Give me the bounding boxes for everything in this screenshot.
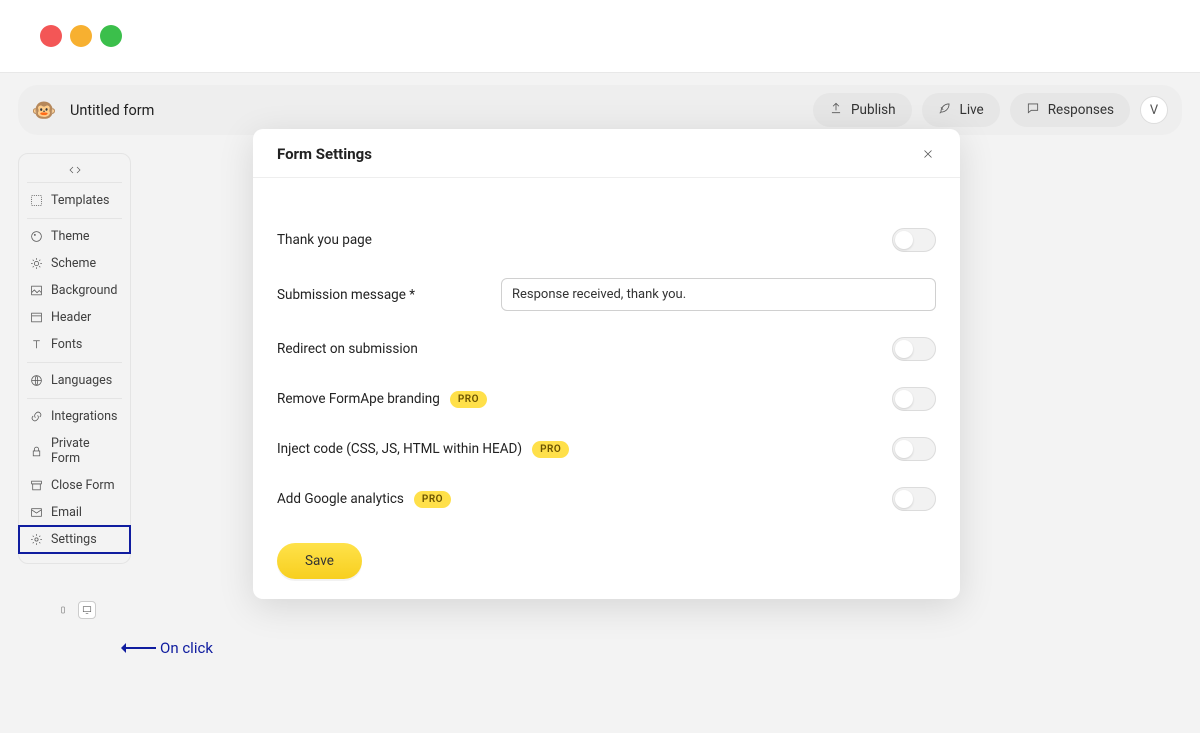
publish-button[interactable]: Publish xyxy=(813,93,912,127)
rocket-icon xyxy=(938,101,952,119)
sidebar-item-label: Private Form xyxy=(51,436,120,466)
templates-icon xyxy=(29,194,43,208)
sidebar-item-integrations[interactable]: Integrations xyxy=(19,403,130,430)
type-icon xyxy=(29,338,43,352)
sidebar-item-private[interactable]: Private Form xyxy=(19,430,130,472)
redirect-label: Redirect on submission xyxy=(277,341,501,357)
modal-title: Form Settings xyxy=(277,145,372,163)
archive-icon xyxy=(29,479,43,493)
submission-msg-input[interactable] xyxy=(501,278,936,311)
device-toggle xyxy=(18,583,131,619)
window-close-icon[interactable] xyxy=(40,25,62,47)
mobile-preview-button[interactable] xyxy=(54,601,72,619)
thank-you-toggle[interactable] xyxy=(892,228,936,252)
sidebar-item-email[interactable]: Email xyxy=(19,499,130,526)
submission-msg-label: Submission message * xyxy=(277,287,501,303)
sidebar-item-languages[interactable]: Languages xyxy=(19,367,130,394)
settings-modal: Form Settings Thank you page Submission … xyxy=(253,129,960,599)
pro-badge: PRO xyxy=(532,441,569,458)
user-avatar[interactable]: V xyxy=(1140,96,1168,124)
upload-icon xyxy=(829,101,843,119)
live-button[interactable]: Live xyxy=(922,93,1000,127)
sidebar-item-label: Languages xyxy=(51,373,112,388)
sidebar-item-label: Fonts xyxy=(51,337,82,352)
link-icon xyxy=(29,410,43,424)
sidebar-item-scheme[interactable]: Scheme xyxy=(19,250,130,277)
globe-icon xyxy=(29,374,43,388)
sidebar-item-label: Background xyxy=(51,283,117,298)
sidebar-item-close[interactable]: Close Form xyxy=(19,472,130,499)
sidebar: Templates Theme Scheme Background Header xyxy=(18,153,131,564)
mail-icon xyxy=(29,506,43,520)
code-icon[interactable] xyxy=(19,160,130,182)
analytics-label: Add Google analytics PRO xyxy=(277,491,451,508)
pro-badge: PRO xyxy=(414,491,451,508)
window-minimize-icon[interactable] xyxy=(70,25,92,47)
header-icon xyxy=(29,311,43,325)
palette-icon xyxy=(29,230,43,244)
redirect-toggle[interactable] xyxy=(892,337,936,361)
gear-icon xyxy=(29,533,43,547)
sidebar-item-label: Scheme xyxy=(51,256,96,271)
branding-text: Remove FormApe branding xyxy=(277,391,440,407)
close-icon xyxy=(921,147,935,161)
sidebar-item-label: Integrations xyxy=(51,409,117,424)
responses-label: Responses xyxy=(1048,102,1114,118)
arrow-icon xyxy=(122,647,156,649)
save-button[interactable]: Save xyxy=(277,543,362,579)
sidebar-item-label: Theme xyxy=(51,229,90,244)
branding-label: Remove FormApe branding PRO xyxy=(277,391,487,408)
inject-toggle[interactable] xyxy=(892,437,936,461)
sidebar-item-label: Header xyxy=(51,310,91,325)
topbar: 🐵 Untitled form Publish Live Responses V xyxy=(18,85,1182,135)
analytics-text: Add Google analytics xyxy=(277,491,404,507)
sidebar-item-background[interactable]: Background xyxy=(19,277,130,304)
sidebar-item-theme[interactable]: Theme xyxy=(19,223,130,250)
sidebar-item-label: Settings xyxy=(51,532,97,547)
inject-text: Inject code (CSS, JS, HTML within HEAD) xyxy=(277,441,522,457)
sidebar-item-settings[interactable]: Settings xyxy=(19,526,130,553)
annotation-text: On click xyxy=(160,639,213,657)
inject-label: Inject code (CSS, JS, HTML within HEAD) … xyxy=(277,441,569,458)
chat-icon xyxy=(1026,101,1040,119)
app-logo-icon: 🐵 xyxy=(32,98,56,122)
responses-button[interactable]: Responses xyxy=(1010,93,1130,127)
image-icon xyxy=(29,284,43,298)
pro-badge: PRO xyxy=(450,391,487,408)
sidebar-item-header[interactable]: Header xyxy=(19,304,130,331)
sidebar-item-label: Templates xyxy=(51,193,109,208)
desktop-preview-button[interactable] xyxy=(78,601,96,619)
lock-icon xyxy=(29,444,43,458)
sidebar-item-fonts[interactable]: Fonts xyxy=(19,331,130,358)
thank-you-label: Thank you page xyxy=(277,232,501,248)
live-label: Live xyxy=(960,102,984,118)
branding-toggle[interactable] xyxy=(892,387,936,411)
sidebar-item-label: Email xyxy=(51,505,82,520)
analytics-toggle[interactable] xyxy=(892,487,936,511)
sun-icon xyxy=(29,257,43,271)
form-title[interactable]: Untitled form xyxy=(70,102,799,119)
window-maximize-icon[interactable] xyxy=(100,25,122,47)
annotation: On click xyxy=(122,639,213,657)
window-traffic-lights xyxy=(0,0,1200,73)
close-button[interactable] xyxy=(920,146,936,162)
sidebar-item-label: Close Form xyxy=(51,478,115,493)
sidebar-item-templates[interactable]: Templates xyxy=(19,187,130,214)
publish-label: Publish xyxy=(851,102,896,118)
